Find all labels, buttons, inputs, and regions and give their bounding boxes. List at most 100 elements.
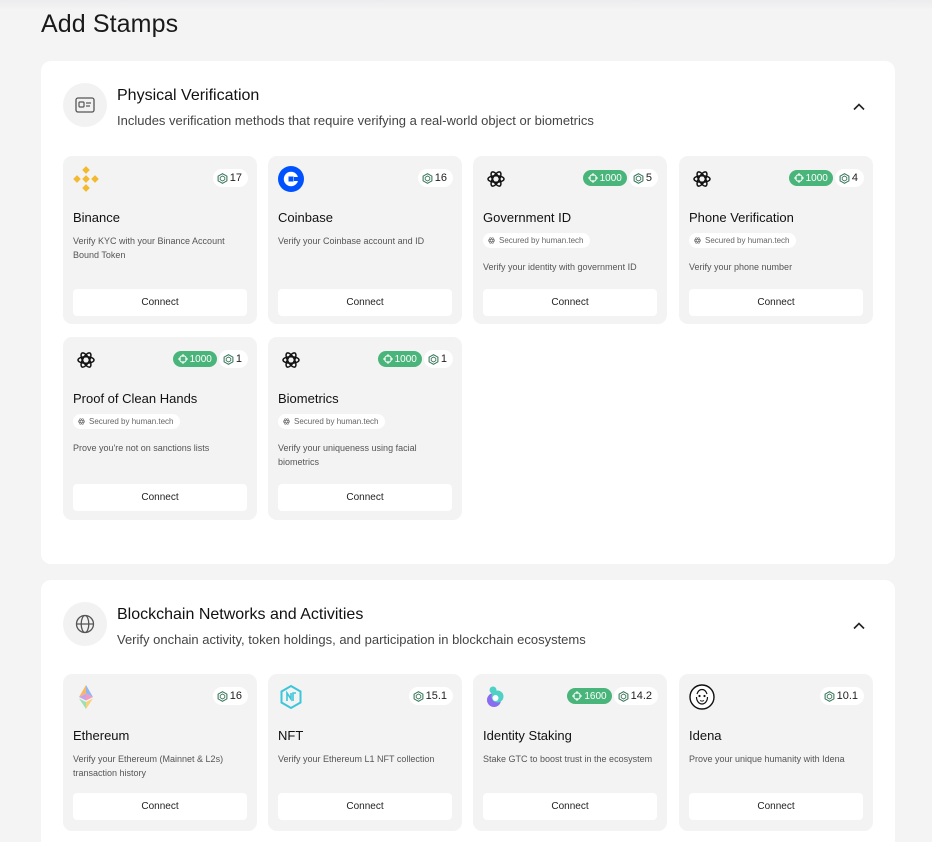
- stamp-card-nft: 15.1 NFT Verify your Ethereum L1 NFT col…: [268, 674, 462, 831]
- boost-badge: 1000: [172, 351, 217, 367]
- crosshair-icon: [382, 354, 393, 364]
- badges: 10.1: [819, 687, 864, 705]
- shield-icon: [422, 172, 433, 184]
- connect-button[interactable]: Connect: [689, 289, 863, 316]
- human-tech-icon: [77, 352, 95, 368]
- boost-badge: 1000: [582, 170, 627, 186]
- human-tech-icon: [693, 171, 711, 187]
- score-chip: 4: [834, 169, 864, 187]
- secured-badge: Secured by human.tech: [278, 414, 385, 429]
- identity-staking-icon: [487, 686, 504, 707]
- card-title: Government ID: [483, 210, 572, 225]
- card-description: Verify your Coinbase account and ID: [278, 236, 425, 246]
- card-title: Phone Verification: [689, 210, 794, 225]
- score-chip: 14.2: [613, 687, 658, 705]
- shield-icon: [217, 172, 228, 184]
- stamp-card-phone-verification: 1000 4 Phone Verification Secured by hum…: [679, 156, 873, 324]
- boost-badge: 1000: [377, 351, 422, 367]
- card-title: Binance: [73, 210, 120, 225]
- connect-button[interactable]: Connect: [73, 484, 247, 511]
- connect-button[interactable]: Connect: [73, 289, 247, 316]
- badges: 16: [417, 169, 453, 187]
- secured-badge: Secured by human.tech: [73, 414, 180, 429]
- shield-icon: [413, 690, 423, 702]
- coinbase-icon: [278, 166, 304, 192]
- human-tech-icon: [78, 418, 85, 425]
- badges: 1000 1: [172, 350, 248, 368]
- idena-icon: [689, 684, 715, 710]
- connect-button[interactable]: Connect: [73, 793, 247, 820]
- card-title: Idena: [689, 728, 722, 743]
- chevron-up-icon[interactable]: [851, 618, 867, 634]
- binance-icon: [73, 166, 99, 192]
- connect-button[interactable]: Connect: [278, 484, 452, 511]
- connect-button[interactable]: Connect: [278, 793, 452, 820]
- crosshair-icon: [572, 691, 583, 701]
- score-chip: 1: [423, 350, 453, 368]
- connect-button[interactable]: Connect: [278, 289, 452, 316]
- badges: 1600 14.2: [567, 687, 658, 705]
- boost-badge: 1000: [788, 170, 833, 186]
- human-tech-icon: [487, 171, 505, 187]
- chevron-up-icon[interactable]: [851, 99, 867, 115]
- connect-button[interactable]: Connect: [689, 793, 863, 820]
- score-chip: 17: [212, 169, 248, 187]
- connect-button[interactable]: Connect: [483, 793, 657, 820]
- ethereum-icon: [79, 685, 93, 709]
- human-tech-icon: [283, 418, 290, 425]
- shield-icon: [217, 690, 228, 702]
- stamp-card-coinbase: 16 Coinbase Verify your Coinbase account…: [268, 156, 462, 324]
- score-chip: 15.1: [408, 687, 453, 705]
- section-title: Blockchain Networks and Activities: [117, 606, 364, 623]
- stamp-card-government-id: 1000 5 Government ID Secured by human.te…: [473, 156, 667, 324]
- id-card-icon: [63, 83, 107, 127]
- stamp-card-idena: 10.1 Idena Prove your unique humanity wi…: [679, 674, 873, 831]
- section-title: Physical Verification: [117, 87, 260, 104]
- card-title: Coinbase: [278, 210, 333, 225]
- secured-badge: Secured by human.tech: [689, 233, 796, 248]
- stamp-card-biometrics: 1000 1 Biometrics Secured by human.tech …: [268, 337, 462, 520]
- top-shadow: [0, 0, 932, 10]
- physical-verification-section: Physical Verification Includes verificat…: [41, 61, 895, 564]
- human-tech-icon: [488, 237, 495, 244]
- shield-icon: [428, 353, 439, 365]
- section-description: Verify onchain activity, token holdings,…: [117, 632, 586, 647]
- card-title: NFT: [278, 728, 304, 743]
- shield-icon: [618, 690, 628, 702]
- connect-button[interactable]: Connect: [483, 289, 657, 316]
- card-description: Verify your Ethereum L1 NFT collection: [278, 754, 435, 764]
- human-tech-icon: [694, 237, 701, 244]
- shield-icon: [839, 172, 850, 184]
- stamp-card-proof-of-clean-hands: 1000 1 Proof of Clean Hands Secured by h…: [63, 337, 257, 520]
- crosshair-icon: [177, 354, 188, 364]
- card-description: Prove you're not on sanctions lists: [73, 443, 210, 453]
- crosshair-icon: [793, 173, 804, 183]
- badges: 1000 4: [788, 169, 864, 187]
- card-description: Verify your phone number: [689, 262, 793, 272]
- shield-icon: [633, 172, 644, 184]
- crosshair-icon: [587, 173, 598, 183]
- stamp-card-binance: 17 Binance Verify KYC with your Binance …: [63, 156, 257, 324]
- nft-icon: [280, 684, 302, 710]
- score-chip: 1: [218, 350, 248, 368]
- blockchain-networks-section: Blockchain Networks and Activities Verif…: [41, 580, 895, 842]
- card-title: Biometrics: [278, 391, 339, 406]
- shield-icon: [824, 690, 834, 702]
- shield-icon: [223, 353, 234, 365]
- badges: 1000 1: [377, 350, 453, 368]
- section-description: Includes verification methods that requi…: [117, 113, 594, 128]
- card-description: Verify KYC with your Binance Account Bou…: [73, 236, 225, 260]
- page-title: Add Stamps: [41, 10, 179, 38]
- score-chip: 10.1: [819, 687, 864, 705]
- card-description: Verify your identity with government ID: [483, 262, 637, 272]
- badges: 1000 5: [582, 169, 658, 187]
- boost-badge: 1600: [567, 688, 612, 704]
- card-title: Identity Staking: [483, 728, 572, 743]
- stamp-card-identity-staking: 1600 14.2 Identity Staking Stake GTC to …: [473, 674, 667, 831]
- badges: 15.1: [408, 687, 453, 705]
- globe-icon: [63, 602, 107, 646]
- card-title: Proof of Clean Hands: [73, 391, 198, 406]
- card-description: Verify your uniqueness using facial biom…: [278, 443, 417, 467]
- score-chip: 16: [212, 687, 248, 705]
- stamp-card-ethereum: 16 Ethereum Verify your Ethereum (Mainne…: [63, 674, 257, 831]
